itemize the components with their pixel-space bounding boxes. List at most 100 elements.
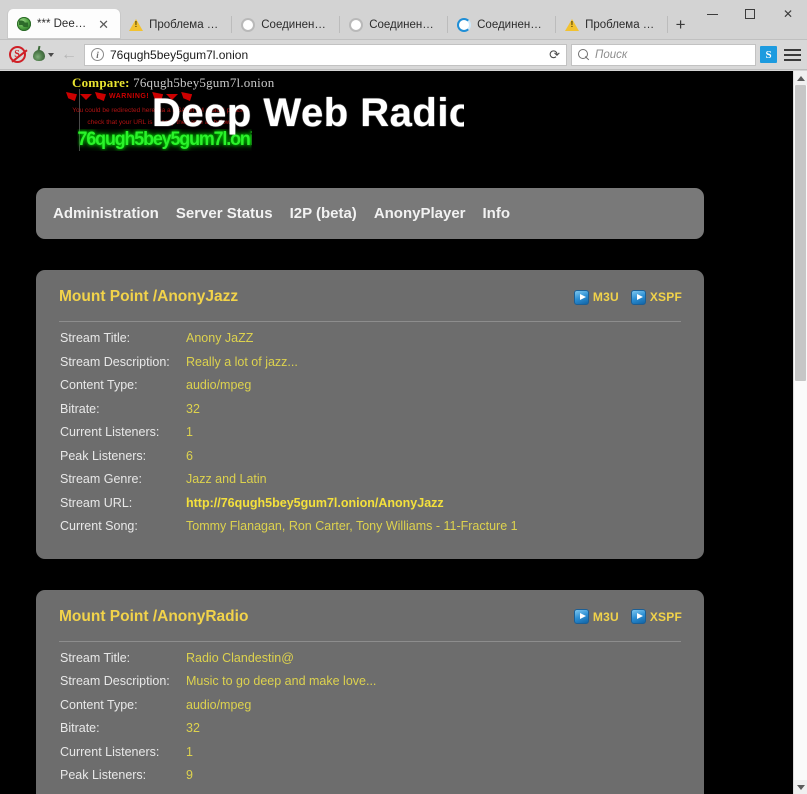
page-content: Compare: 76qugh5bey5gum7l.onion WARNING!: [0, 71, 793, 794]
field-value: Radio Clandestin@: [186, 651, 294, 665]
table-row: Stream Description: Music to go deep and…: [60, 674, 681, 698]
stream-url-link[interactable]: http://76qugh5bey5gum7l.onion/AnonyJazz: [186, 496, 444, 510]
nav-item-info[interactable]: Info: [483, 205, 511, 222]
table-row: Content Type: audio/mpeg: [60, 378, 681, 402]
tab-label: Проблема пр...: [585, 19, 660, 31]
tab-label: *** Deep ...: [37, 18, 89, 30]
table-row: Peak Listeners: 9: [60, 768, 681, 792]
mount-fields: Stream Title: Anony JaZZ Stream Descript…: [36, 322, 704, 543]
play-icon: [631, 290, 646, 305]
nav-item-server-status[interactable]: Server Status: [176, 205, 273, 222]
arrow-icon: [66, 92, 77, 101]
minimize-button[interactable]: [693, 0, 731, 28]
loading-ring-blue-icon: [457, 18, 471, 32]
field-value: Really a lot of jazz...: [186, 355, 298, 369]
mount-point-title: Mount Point /AnonyJazz: [59, 288, 238, 306]
chevron-down-icon: [48, 53, 54, 57]
field-value: Music to go deep and make love...: [186, 674, 376, 688]
close-tab-icon[interactable]: ✕: [95, 18, 112, 31]
table-row: Content Type: audio/mpeg: [60, 698, 681, 722]
close-window-button[interactable]: ✕: [769, 0, 807, 28]
scroll-down-button[interactable]: [794, 780, 807, 794]
browser-tab-3[interactable]: Соединение...: [340, 10, 448, 39]
noscript-button[interactable]: S: [6, 44, 28, 66]
field-value: 9: [186, 768, 193, 782]
nav-item-administration[interactable]: Administration: [53, 205, 159, 222]
field-value: 32: [186, 402, 200, 416]
address-bar[interactable]: i 76qugh5bey5gum7l.onion ⟳: [84, 44, 567, 66]
field-value: 6: [186, 449, 193, 463]
browser-tab-0[interactable]: *** Deep ... ✕: [8, 9, 120, 39]
play-icon: [574, 290, 589, 305]
site-banner: Compare: 76qugh5bey5gum7l.onion WARNING!: [0, 71, 793, 151]
nav-item-i2p[interactable]: I2P (beta): [290, 205, 357, 222]
search-input[interactable]: Поиск: [595, 49, 627, 61]
field-label: Current Listeners:: [60, 425, 186, 439]
mount-point-panel: Mount Point /AnonyRadio M3U XSPF: [36, 590, 704, 794]
sync-button[interactable]: S: [760, 46, 777, 63]
m3u-link[interactable]: M3U: [574, 290, 619, 305]
xspf-link[interactable]: XSPF: [631, 290, 682, 305]
field-label: Peak Listeners:: [60, 768, 186, 782]
table-row: Current Listeners: 1: [60, 745, 681, 769]
loading-ring-icon: [349, 18, 363, 32]
scrollbar-thumb[interactable]: [795, 85, 806, 381]
field-value: 32: [186, 721, 200, 735]
reload-icon[interactable]: ⟳: [549, 47, 562, 63]
table-row: Stream URL: http://76qugh5bey5gum7l.onio…: [60, 496, 681, 520]
field-label: Bitrate:: [60, 721, 186, 735]
onion-icon: [32, 47, 46, 62]
warning-word: WARNING!: [109, 93, 149, 100]
field-label: Stream Description:: [60, 355, 186, 369]
field-label: Stream Description:: [60, 674, 186, 688]
page-title: Deep Web Radio: [152, 91, 464, 136]
window-controls: ✕: [693, 0, 807, 39]
page-viewport: Compare: 76qugh5bey5gum7l.onion WARNING!: [0, 71, 807, 794]
browser-tab-5[interactable]: Проблема пр...: [556, 10, 668, 39]
mount-panel-header: Mount Point /AnonyJazz M3U XSPF: [36, 284, 704, 310]
noscript-icon: S: [9, 46, 26, 63]
vertical-scrollbar[interactable]: [793, 71, 807, 794]
play-icon: [631, 609, 646, 624]
field-value: audio/mpeg: [186, 698, 251, 712]
back-arrow-icon: ←: [61, 47, 77, 63]
browser-tab-4[interactable]: Соединение...: [448, 10, 556, 39]
m3u-label: M3U: [593, 610, 619, 624]
browser-tab-1[interactable]: Проблема пр...: [120, 10, 232, 39]
table-row: Peak Listeners: 6: [60, 449, 681, 473]
torbutton-onion-button[interactable]: [32, 44, 54, 66]
browser-window: *** Deep ... ✕ Проблема пр... Соединение…: [0, 0, 807, 794]
xspf-link[interactable]: XSPF: [631, 609, 682, 624]
arrow-icon: [95, 92, 106, 101]
site-info-icon[interactable]: i: [91, 48, 104, 61]
nav-item-anonyplayer[interactable]: AnonyPlayer: [374, 205, 466, 222]
scrollbar-track[interactable]: [794, 85, 807, 780]
field-value: Anony JaZZ: [186, 331, 253, 345]
m3u-link[interactable]: M3U: [574, 609, 619, 624]
url-text: 76qugh5bey5gum7l.onion: [110, 48, 543, 62]
table-row: Current Song: Tommy Flanagan, Ron Carter…: [60, 519, 681, 543]
arrow-icon: [80, 94, 92, 100]
field-label: Content Type:: [60, 698, 186, 712]
field-label: Current Song:: [60, 519, 186, 533]
table-row: Stream Description: Really a lot of jazz…: [60, 355, 681, 379]
browser-tab-2[interactable]: Соединение...: [232, 10, 340, 39]
search-bar[interactable]: Поиск: [571, 44, 756, 66]
playlist-links: M3U XSPF: [574, 609, 682, 624]
scroll-up-button[interactable]: [794, 71, 807, 85]
compare-label: Compare:: [72, 75, 130, 90]
back-button[interactable]: ←: [58, 44, 80, 66]
play-icon: [574, 609, 589, 624]
navigation-toolbar: S ← i 76qugh5bey5gum7l.onion ⟳ Поиск S: [0, 40, 807, 70]
maximize-button[interactable]: [731, 0, 769, 28]
title-bar: *** Deep ... ✕ Проблема пр... Соединение…: [0, 0, 807, 40]
menu-icon[interactable]: [781, 49, 801, 61]
tab-label: Соединение...: [477, 19, 548, 31]
table-row: Stream Title: Anony JaZZ: [60, 331, 681, 355]
new-tab-button[interactable]: +: [668, 11, 693, 39]
field-label: Stream Genre:: [60, 472, 186, 486]
loading-ring-icon: [241, 18, 255, 32]
m3u-label: M3U: [593, 290, 619, 304]
tab-label: Соединение...: [261, 19, 332, 31]
mount-panel-header: Mount Point /AnonyRadio M3U XSPF: [36, 604, 704, 630]
